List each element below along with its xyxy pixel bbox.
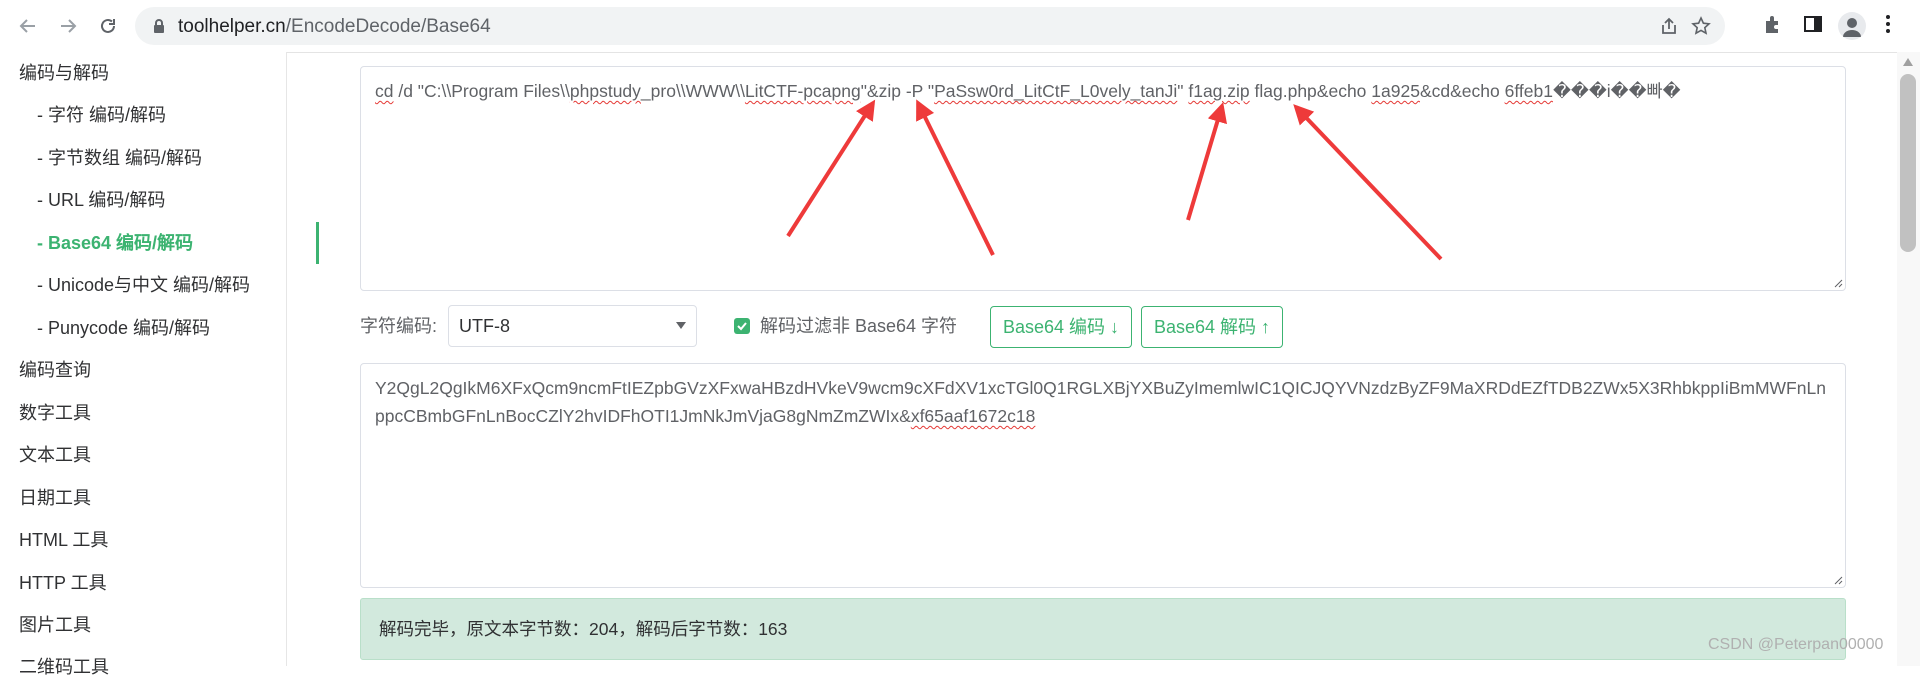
annotation-arrow xyxy=(916,99,995,256)
scrollbar-thumb[interactable] xyxy=(1900,74,1916,252)
annotation-arrow xyxy=(1293,104,1443,261)
annotation-arrow xyxy=(786,99,876,238)
scroll-up-arrow-icon[interactable] xyxy=(1903,58,1913,66)
annotation-arrows xyxy=(786,99,1443,261)
annotation-arrow xyxy=(1186,102,1228,221)
csdn-watermark: CSDN @Peterpan00000 xyxy=(1708,636,1884,653)
